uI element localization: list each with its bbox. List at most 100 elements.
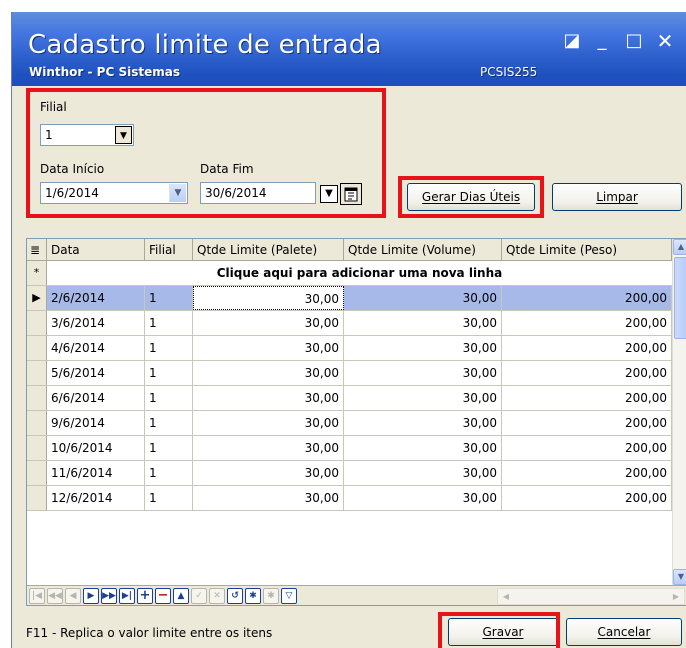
row-indicator [27, 436, 47, 460]
table-row[interactable]: ▶ 2/6/2014 1 30,00 30,00 200,00 [27, 286, 672, 311]
cell-peso[interactable]: 200,00 [502, 361, 672, 385]
row-indicator [27, 411, 47, 435]
filter-icon[interactable]: ▽ [281, 588, 297, 604]
first-record-icon[interactable]: |◀ [29, 588, 45, 604]
close-icon[interactable]: ✕ [655, 31, 675, 52]
horizontal-scrollbar[interactable]: ◀ ▶ [497, 588, 685, 605]
cell-data[interactable]: 9/6/2014 [47, 411, 145, 435]
gerar-highlight-box [398, 176, 544, 218]
next-page-icon[interactable]: ▶▶ [101, 588, 117, 604]
cell-volume[interactable]: 30,00 [344, 411, 502, 435]
scroll-down-icon[interactable]: ▼ [673, 569, 686, 585]
data-grid[interactable]: ≣ Data Filial Qtde Limite (Palete) Qtde … [26, 238, 686, 606]
cell-filial[interactable]: 1 [145, 361, 193, 385]
cell-peso[interactable]: 200,00 [502, 461, 672, 485]
row-indicator [27, 361, 47, 385]
status-hint: F11 - Replica o valor limite entre os it… [26, 626, 273, 640]
table-row[interactable]: 6/6/2014 1 30,00 30,00 200,00 [27, 386, 672, 411]
cell-palete[interactable]: 30,00 [193, 486, 344, 510]
cell-volume[interactable]: 30,00 [344, 486, 502, 510]
cell-palete[interactable]: 30,00 [193, 361, 344, 385]
new-row-text[interactable]: Clique aqui para adicionar uma nova linh… [47, 261, 672, 285]
cell-palete[interactable]: 30,00 [193, 436, 344, 460]
cell-peso[interactable]: 200,00 [502, 286, 672, 310]
cell-peso[interactable]: 200,00 [502, 436, 672, 460]
table-row[interactable]: 4/6/2014 1 30,00 30,00 200,00 [27, 336, 672, 361]
cancel-edit-icon[interactable]: ✕ [209, 588, 225, 604]
scroll-left-icon[interactable]: ◀ [498, 589, 514, 604]
cell-volume[interactable]: 30,00 [344, 436, 502, 460]
cell-data[interactable]: 11/6/2014 [47, 461, 145, 485]
table-row[interactable]: 5/6/2014 1 30,00 30,00 200,00 [27, 361, 672, 386]
cell-filial[interactable]: 1 [145, 286, 193, 310]
cell-peso[interactable]: 200,00 [502, 336, 672, 360]
cell-data[interactable]: 12/6/2014 [47, 486, 145, 510]
cancelar-button[interactable]: Cancelar [566, 618, 682, 646]
delete-record-icon[interactable]: − [155, 588, 171, 604]
goto-bookmark-icon[interactable]: ✱ [263, 588, 279, 604]
cell-volume[interactable]: 30,00 [344, 336, 502, 360]
cell-filial[interactable]: 1 [145, 311, 193, 335]
cell-data[interactable]: 4/6/2014 [47, 336, 145, 360]
prev-page-icon[interactable]: ◀◀ [47, 588, 63, 604]
minimize-icon[interactable]: _ [592, 32, 612, 52]
grid-header: ≣ Data Filial Qtde Limite (Palete) Qtde … [27, 239, 672, 261]
last-record-icon[interactable]: ▶| [119, 588, 135, 604]
column-chooser-icon[interactable]: ≣ [27, 239, 47, 261]
scroll-right-icon[interactable]: ▶ [668, 589, 684, 604]
cell-palete[interactable]: 30,00 [193, 461, 344, 485]
table-row[interactable]: 3/6/2014 1 30,00 30,00 200,00 [27, 311, 672, 336]
cell-filial[interactable]: 1 [145, 436, 193, 460]
cell-filial[interactable]: 1 [145, 386, 193, 410]
cell-data[interactable]: 5/6/2014 [47, 361, 145, 385]
insert-record-icon[interactable]: + [137, 588, 153, 604]
cell-palete[interactable]: 30,00 [193, 336, 344, 360]
cell-volume[interactable]: 30,00 [344, 311, 502, 335]
maximize-icon[interactable]: □ [624, 32, 644, 52]
column-header-data[interactable]: Data [47, 239, 145, 261]
cell-volume[interactable]: 30,00 [344, 386, 502, 410]
scroll-up-icon[interactable]: ▲ [673, 239, 686, 255]
cell-palete[interactable]: 30,00 [193, 311, 344, 335]
cell-peso[interactable]: 200,00 [502, 411, 672, 435]
cell-palete[interactable]: 30,00 [193, 386, 344, 410]
new-row[interactable]: * Clique aqui para adicionar uma nova li… [27, 261, 672, 286]
new-row-indicator: * [27, 261, 47, 285]
cell-data[interactable]: 6/6/2014 [47, 386, 145, 410]
cell-filial[interactable]: 1 [145, 411, 193, 435]
refresh-icon[interactable]: ↺ [227, 588, 243, 604]
scroll-thumb[interactable] [674, 257, 686, 339]
limpar-button[interactable]: Limpar [552, 183, 682, 211]
post-record-icon[interactable]: ✓ [191, 588, 207, 604]
column-header-palete[interactable]: Qtde Limite (Palete) [193, 239, 344, 261]
restore-icon[interactable]: ◪ [562, 32, 582, 52]
prev-record-icon[interactable]: ◀ [65, 588, 81, 604]
cell-volume[interactable]: 30,00 [344, 361, 502, 385]
cell-volume[interactable]: 30,00 [344, 286, 502, 310]
routine-code: PCSIS255 [480, 65, 538, 79]
bookmark-icon[interactable]: ✱ [245, 588, 261, 604]
cell-data[interactable]: 3/6/2014 [47, 311, 145, 335]
table-row[interactable]: 11/6/2014 1 30,00 30,00 200,00 [27, 461, 672, 486]
cell-filial[interactable]: 1 [145, 461, 193, 485]
cell-peso[interactable]: 200,00 [502, 311, 672, 335]
vertical-scrollbar[interactable]: ▲ ▼ [672, 239, 686, 585]
column-header-volume[interactable]: Qtde Limite (Volume) [344, 239, 502, 261]
cell-volume[interactable]: 30,00 [344, 461, 502, 485]
column-header-peso[interactable]: Qtde Limite (Peso) [502, 239, 672, 261]
cell-peso[interactable]: 200,00 [502, 386, 672, 410]
table-row[interactable]: 10/6/2014 1 30,00 30,00 200,00 [27, 436, 672, 461]
table-row[interactable]: 12/6/2014 1 30,00 30,00 200,00 [27, 486, 672, 511]
cell-filial[interactable]: 1 [145, 336, 193, 360]
cell-data[interactable]: 2/6/2014 [47, 286, 145, 310]
column-header-filial[interactable]: Filial [145, 239, 193, 261]
cell-palete[interactable]: 30,00 [193, 411, 344, 435]
next-record-icon[interactable]: ▶ [83, 588, 99, 604]
cell-peso[interactable]: 200,00 [502, 486, 672, 510]
table-row[interactable]: 9/6/2014 1 30,00 30,00 200,00 [27, 411, 672, 436]
cell-palete[interactable]: 30,00 [193, 286, 344, 310]
edit-record-icon[interactable]: ▲ [173, 588, 189, 604]
filters-highlight-box [26, 88, 386, 218]
cell-filial[interactable]: 1 [145, 486, 193, 510]
cell-data[interactable]: 10/6/2014 [47, 436, 145, 460]
